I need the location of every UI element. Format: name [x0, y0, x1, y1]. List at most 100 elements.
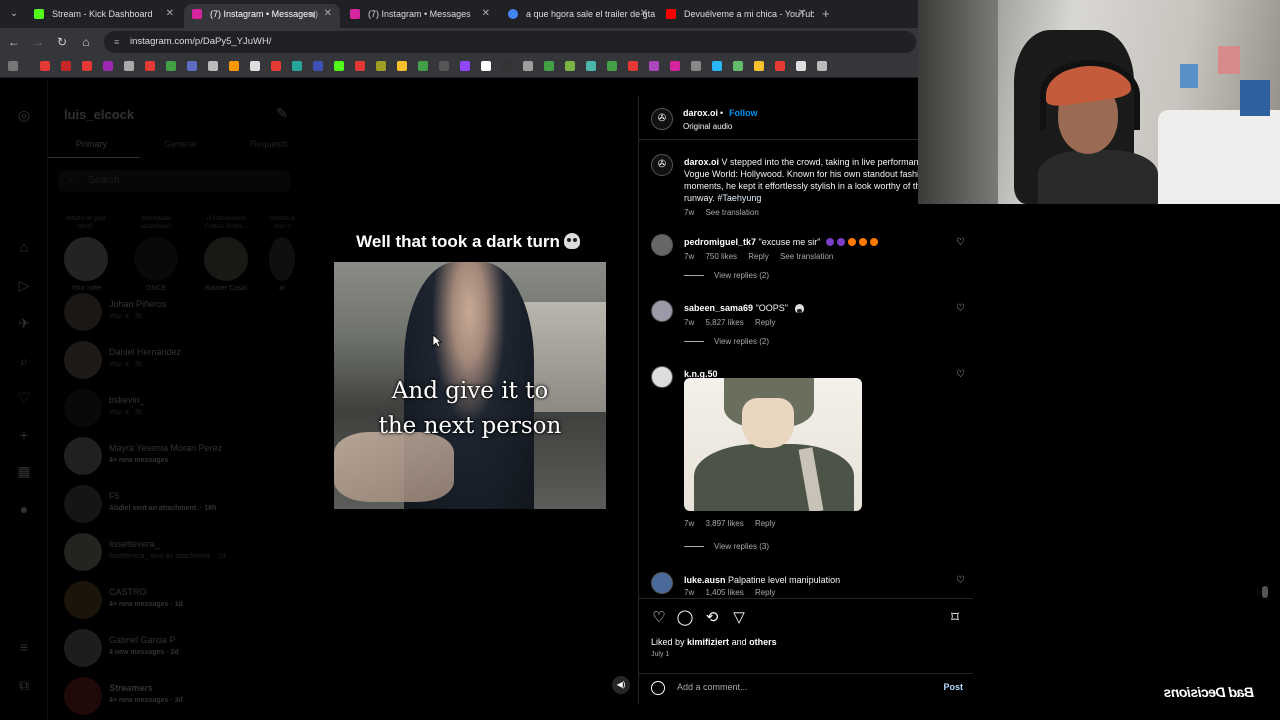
bookmark-icon[interactable]: [712, 61, 722, 71]
comment-image[interactable]: [684, 378, 862, 511]
bookmark-icon[interactable]: [103, 61, 113, 71]
bookmark-icon[interactable]: [649, 61, 659, 71]
browser-tab-google[interactable]: a que hgora sale el trailer de gta ✕: [500, 4, 656, 28]
browser-tab-instagram[interactable]: (7) Instagram • Messages ✕: [342, 4, 498, 28]
site-info-icon[interactable]: ≡: [114, 31, 119, 53]
reply-button[interactable]: Reply: [755, 318, 775, 327]
post-comment-button[interactable]: Post: [943, 682, 963, 692]
post-media[interactable]: Well that took a dark turn And give it t…: [298, 96, 638, 704]
bookmark-icon[interactable]: [250, 61, 260, 71]
bookmark-icon[interactable]: [481, 61, 491, 71]
apps-icon[interactable]: [8, 61, 18, 71]
reload-icon[interactable]: ↻: [54, 34, 70, 50]
reply-button[interactable]: Reply: [755, 588, 775, 597]
comment-username[interactable]: luke.ausn: [684, 575, 726, 585]
bookmark-icon[interactable]: [796, 61, 806, 71]
author-avatar[interactable]: [651, 108, 673, 130]
browser-tab-kick[interactable]: Stream - Kick Dashboard ✕: [26, 4, 182, 28]
reply-button[interactable]: Reply: [755, 519, 775, 528]
bookmark-icon[interactable]: [691, 61, 701, 71]
bookmark-icon[interactable]: [355, 61, 365, 71]
view-replies-button[interactable]: View replies (3): [684, 542, 769, 551]
bookmark-icon[interactable]: [418, 61, 428, 71]
follow-button[interactable]: Follow: [729, 108, 758, 118]
bookmark-icon[interactable]: [523, 61, 533, 71]
bookmark-icon[interactable]: [607, 61, 617, 71]
like-count[interactable]: 750 likes: [705, 252, 737, 261]
bookmark-icon[interactable]: [313, 61, 323, 71]
bookmark-icon[interactable]: [376, 61, 386, 71]
like-count[interactable]: 3,897 likes: [705, 519, 743, 528]
bookmark-icon[interactable]: [586, 61, 596, 71]
page-scrollbar[interactable]: [1262, 586, 1268, 598]
bookmark-icon[interactable]: [82, 61, 92, 71]
bookmark-icon[interactable]: [775, 61, 785, 71]
author-username[interactable]: darox.oi: [683, 108, 718, 118]
home-icon[interactable]: ⌂: [78, 34, 94, 50]
reply-button[interactable]: Reply: [748, 252, 768, 261]
hashtag-link[interactable]: #Taehyung: [717, 193, 761, 203]
back-icon[interactable]: ←: [6, 34, 22, 50]
audio-toggle-icon[interactable]: ◀): [612, 676, 630, 694]
bookmark-icon[interactable]: [754, 61, 764, 71]
like-count[interactable]: 1,405 likes: [705, 588, 743, 597]
close-tab-icon[interactable]: ✕: [798, 4, 806, 24]
description-username[interactable]: darox.oi: [684, 157, 719, 167]
tab-search-chevron-icon[interactable]: ⌄: [6, 6, 22, 22]
close-tab-icon[interactable]: ✕: [640, 4, 648, 24]
like-comment-heart-icon[interactable]: ♡: [956, 303, 965, 314]
audio-playing-icon[interactable]: ◀): [308, 4, 318, 24]
author-avatar[interactable]: [651, 154, 673, 176]
bookmark-icon[interactable]: [124, 61, 134, 71]
new-tab-icon[interactable]: +: [822, 6, 830, 21]
like-heart-icon[interactable]: ♡: [650, 609, 668, 627]
comment-username[interactable]: pedromiguel_tk7: [684, 237, 756, 247]
browser-tab-instagram-active[interactable]: (7) Instagram • Messages ◀) ✕: [184, 4, 340, 28]
bookmark-icon[interactable]: [733, 61, 743, 71]
bookmark-icon[interactable]: [166, 61, 176, 71]
like-comment-heart-icon[interactable]: ♡: [956, 369, 965, 380]
add-comment-input[interactable]: Add a comment...: [677, 682, 748, 692]
bookmark-icon[interactable]: [628, 61, 638, 71]
comment-icon[interactable]: ◯: [676, 609, 694, 627]
avatar[interactable]: [651, 234, 673, 256]
view-replies-button[interactable]: View replies (2): [684, 271, 769, 280]
bookmark-icon[interactable]: [271, 61, 281, 71]
see-translation-link[interactable]: See translation: [780, 252, 833, 261]
avatar[interactable]: [651, 300, 673, 322]
share-send-icon[interactable]: ▽: [730, 609, 748, 627]
view-replies-button[interactable]: View replies (2): [684, 337, 769, 346]
video-frame[interactable]: And give it to the next person: [334, 262, 606, 509]
bookmark-icon[interactable]: [229, 61, 239, 71]
bookmark-icon[interactable]: [565, 61, 575, 71]
bookmark-icon[interactable]: [292, 61, 302, 71]
bookmark-icon[interactable]: [817, 61, 827, 71]
liked-by-others[interactable]: others: [749, 637, 777, 647]
bookmark-icon[interactable]: [502, 61, 512, 71]
bookmark-icon[interactable]: [460, 61, 470, 71]
close-tab-icon[interactable]: ✕: [166, 4, 174, 24]
bookmark-icon[interactable]: [334, 61, 344, 71]
bookmark-icon[interactable]: [544, 61, 554, 71]
like-comment-heart-icon[interactable]: ♡: [956, 575, 965, 586]
avatar[interactable]: [651, 572, 673, 594]
audio-label[interactable]: Original audio: [683, 122, 732, 131]
save-bookmark-icon[interactable]: ⌑: [946, 609, 964, 627]
bookmark-icon[interactable]: [145, 61, 155, 71]
comments-list[interactable]: darox.oi V stepped into the crowd, takin…: [639, 140, 973, 598]
bookmark-icon[interactable]: [397, 61, 407, 71]
bookmark-icon[interactable]: [439, 61, 449, 71]
repost-icon[interactable]: ⟲: [703, 609, 721, 627]
liked-by-user[interactable]: kimifiziert: [687, 637, 729, 647]
avatar[interactable]: [651, 366, 673, 388]
close-tab-icon[interactable]: ✕: [324, 4, 332, 24]
bookmark-icon[interactable]: [187, 61, 197, 71]
bookmark-icon[interactable]: [208, 61, 218, 71]
like-comment-heart-icon[interactable]: ♡: [956, 237, 965, 248]
browser-tab-youtube[interactable]: Devuélveme a mi chica - YouTube ✕: [658, 4, 814, 28]
see-translation-link[interactable]: See translation: [705, 208, 758, 217]
emoji-picker-icon[interactable]: [651, 681, 665, 695]
bookmark-icon[interactable]: [61, 61, 71, 71]
bookmark-icon[interactable]: [40, 61, 50, 71]
close-tab-icon[interactable]: ✕: [482, 4, 490, 24]
